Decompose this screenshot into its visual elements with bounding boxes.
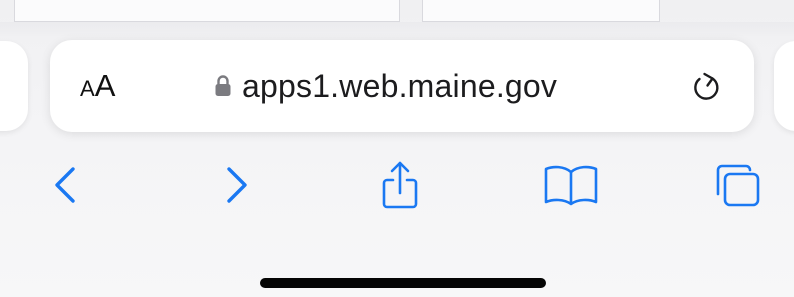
back-button[interactable] bbox=[48, 160, 82, 210]
text-size-large-label: A bbox=[94, 68, 116, 103]
share-icon bbox=[382, 161, 418, 209]
tabs-icon bbox=[716, 164, 760, 207]
share-button[interactable] bbox=[378, 160, 422, 210]
safari-bottom-bar: A A apps1.web.maine.gov bbox=[0, 0, 794, 297]
toolbar-background bbox=[0, 22, 794, 36]
book-icon bbox=[544, 165, 598, 206]
url-text: apps1.web.maine.gov bbox=[242, 67, 558, 104]
forward-button[interactable] bbox=[220, 160, 254, 210]
lock-icon bbox=[215, 75, 231, 96]
text-size-small-label: A bbox=[80, 76, 95, 101]
page-content-peek bbox=[14, 0, 400, 22]
chevron-right-icon bbox=[227, 167, 247, 203]
chevron-left-icon bbox=[55, 167, 75, 203]
address-bar[interactable]: A A apps1.web.maine.gov bbox=[50, 40, 754, 132]
reload-icon[interactable] bbox=[690, 68, 724, 104]
tabs-button[interactable] bbox=[710, 160, 764, 210]
page-content-peek bbox=[422, 0, 660, 22]
bookmarks-button[interactable] bbox=[542, 160, 600, 210]
next-tab-card[interactable] bbox=[774, 41, 794, 131]
previous-tab-card[interactable] bbox=[0, 41, 28, 131]
home-indicator[interactable] bbox=[260, 278, 546, 288]
page-settings-button[interactable]: A A bbox=[80, 68, 115, 104]
url-field[interactable]: apps1.web.maine.gov bbox=[214, 66, 557, 106]
